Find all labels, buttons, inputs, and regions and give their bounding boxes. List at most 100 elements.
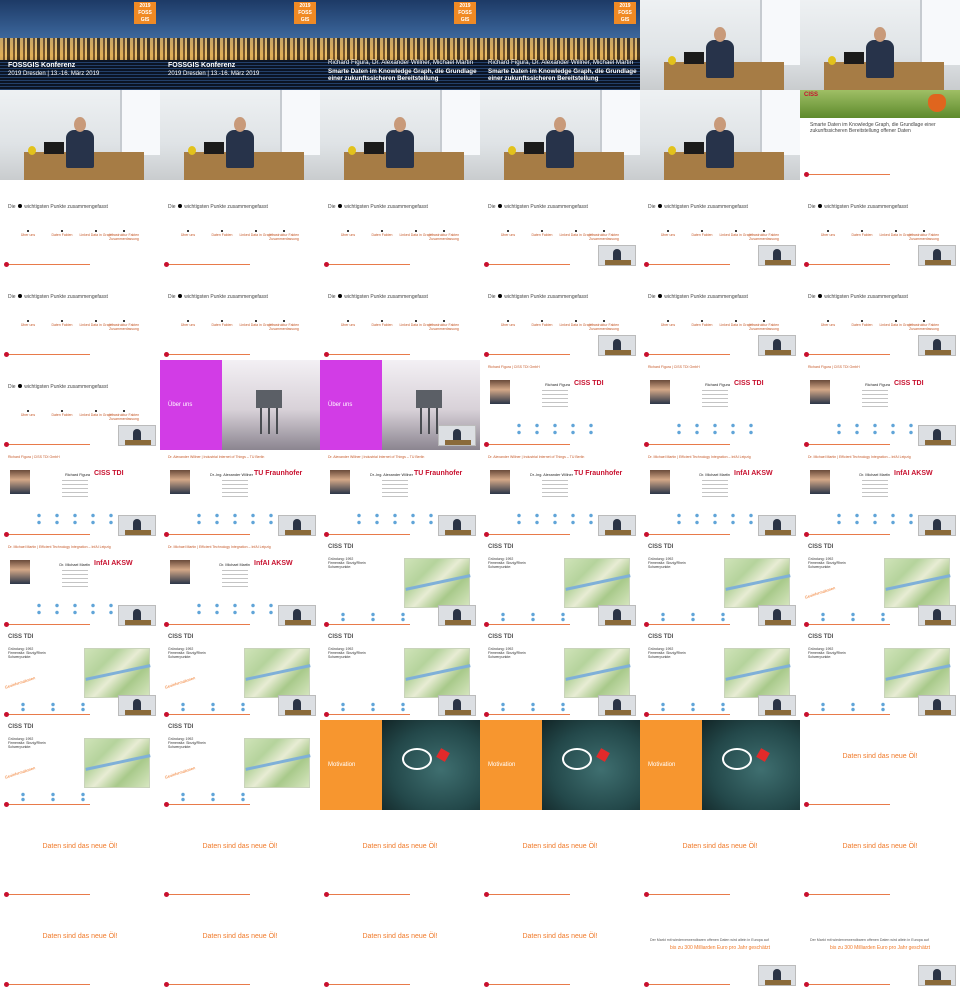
thumbnail-frame[interactable]: Motivation <box>640 720 800 810</box>
thumbnail-frame[interactable] <box>320 90 480 180</box>
thumbnail-frame[interactable]: Daten sind das neue Öl! <box>800 810 960 900</box>
slide-footer-line <box>646 264 730 265</box>
agenda-item: Über uns <box>11 230 45 237</box>
slide-footer-logo-icon <box>484 892 489 897</box>
thumbnail-frame[interactable]: Daten sind das neue Öl! <box>480 900 640 990</box>
thumbnail-frame[interactable]: CISS TDI Gründung: 1992 Firmensitz: Sinzig… <box>160 720 320 810</box>
fact-line: Schwerpunkte: <box>168 745 192 750</box>
thumbnail-frame[interactable]: Richard Figura | CISS TDI GmbH Richard Fi… <box>0 450 160 540</box>
thumbnail-frame[interactable]: Die wichtigsten Punkte zusammengefasst Üb… <box>320 180 480 270</box>
thumbnail-frame[interactable]: Die wichtigsten Punkte zusammengefasst Üb… <box>800 270 960 360</box>
agenda-item: Über uns <box>491 320 525 327</box>
thumbnail-frame[interactable]: Die wichtigsten Punkte zusammengefasst Üb… <box>640 270 800 360</box>
thumbnail-frame[interactable]: CISS TDI Gründung: 1992 Firmensitz: Sinzig… <box>640 630 800 720</box>
company-facts: Gründung: 1992 Firmensitz: Sinzig/Rhein Sc… <box>168 737 238 750</box>
thumbnail-frame[interactable]: CISS TDI Gründung: 1992 Firmensitz: Sinzig… <box>640 540 800 630</box>
logo-sub: TDI <box>23 724 34 730</box>
thumbnail-frame[interactable]: Dr. Michael Martin | Efficient Technolog… <box>800 450 960 540</box>
thumbnail-frame[interactable]: 2019 FOSS GIS Richard Figura, Dr. Alexand… <box>320 0 480 90</box>
thumbnail-frame[interactable]: Der Markt mit wiederverwendbaren offenen… <box>800 900 960 990</box>
social-media-icons <box>510 422 602 436</box>
window <box>440 90 480 155</box>
social-media-icons <box>30 602 122 616</box>
thumbnail-frame[interactable]: 2019 FOSS GIS FOSSGIS Konferenz 2019 Dresd… <box>160 0 320 90</box>
thumbnail-frame[interactable]: CISS Smarte Daten im Knowledge Graph, die… <box>800 90 960 180</box>
thumbnail-frame[interactable]: Der Markt mit wiederverwendbaren offenen… <box>640 900 800 990</box>
window <box>760 0 800 65</box>
thumbnail-frame[interactable]: Die wichtigsten Punkte zusammengefasst Üb… <box>320 270 480 360</box>
thumbnail-frame[interactable]: CISS TDI Gründung: 1992 Firmensitz: Sinzig… <box>160 630 320 720</box>
thumbnail-frame[interactable]: CISS TDI Gründung: 1992 Firmensitz: Sinzig… <box>0 720 160 810</box>
thumbnail-frame[interactable]: Daten sind das neue Öl! <box>0 810 160 900</box>
slide-footer-logo-icon <box>164 262 169 267</box>
thumbnail-frame[interactable]: Die wichtigsten Punkte zusammengefasst Üb… <box>800 180 960 270</box>
slide-footer-line <box>166 534 250 535</box>
thumbnail-frame[interactable]: Die wichtigsten Punkte zusammengefasst Üb… <box>0 270 160 360</box>
thumbnail-frame[interactable]: Dr. Michael Martin | Efficient Technolog… <box>0 540 160 630</box>
thumbnail-frame[interactable]: Die wichtigsten Punkte zusammengefasst Üb… <box>480 180 640 270</box>
thumbnail-frame[interactable]: CISS TDI Gründung: 1992 Firmensitz: Sinzig… <box>320 540 480 630</box>
slide-footer-line <box>486 714 570 715</box>
avatar <box>10 560 30 584</box>
thumbnail-frame[interactable] <box>480 90 640 180</box>
thumbnail-frame[interactable]: Richard Figura | CISS TDI GmbH Richard Fi… <box>640 360 800 450</box>
thumbnail-frame[interactable]: Daten sind das neue Öl! <box>800 720 960 810</box>
thumbnail-frame[interactable] <box>160 90 320 180</box>
thumbnail-frame[interactable]: CISS TDI Gründung: 1992 Firmensitz: Sinzig… <box>480 540 640 630</box>
thumbnail-frame[interactable]: Dr. Michael Martin | Efficient Technolog… <box>640 450 800 540</box>
thumbnail-frame[interactable] <box>640 0 800 90</box>
thumbnail-frame[interactable]: Daten sind das neue Öl! <box>480 810 640 900</box>
map-icon <box>724 558 790 608</box>
thumbnail-frame[interactable]: Die wichtigsten Punkte zusammengefasst Üb… <box>160 180 320 270</box>
thumbnail-frame[interactable]: CISS TDI Gründung: 1992 Firmensitz: Sinzig… <box>800 630 960 720</box>
agenda-item: Daten Fakten <box>525 230 559 237</box>
section-title: Über uns <box>168 402 193 408</box>
slide-footer-logo-icon <box>164 352 169 357</box>
slide-footer-line <box>6 534 90 535</box>
thumbnail-frame[interactable] <box>800 0 960 90</box>
thumbnail-frame[interactable]: Über uns <box>320 360 480 450</box>
thumbnail-frame[interactable]: Daten sind das neue Öl! <box>160 810 320 900</box>
money-figure: bis zu 300 Milliarden Euro pro Jahr gesc… <box>669 945 771 951</box>
logo-main: CISS <box>808 544 823 550</box>
thumbnail-frame[interactable]: Die wichtigsten Punkte zusammengefasst Üb… <box>0 180 160 270</box>
thumbnail-frame[interactable]: Dr. Alexander Willner | Industrial Inter… <box>480 450 640 540</box>
agenda-heading-post: wichtigsten Punkte zusammengefasst <box>184 294 268 300</box>
thumbnail-frame[interactable]: 2019 FOSS GIS Richard Figura, Dr. Alexand… <box>480 0 640 90</box>
thumbnail-frame[interactable]: Die wichtigsten Punkte zusammengefasst Üb… <box>480 270 640 360</box>
thumbnail-frame[interactable]: Dr. Alexander Willner | Industrial Inter… <box>320 450 480 540</box>
thumbnail-frame[interactable]: Daten sind das neue Öl! <box>160 900 320 990</box>
thumbnail-frame[interactable]: Richard Figura | CISS TDI GmbH Richard Fi… <box>480 360 640 450</box>
thumbnail-frame[interactable] <box>0 90 160 180</box>
thumbnail-frame[interactable]: Die wichtigsten Punkte zusammengefasst Üb… <box>160 270 320 360</box>
thumbnail-frame[interactable]: CISS TDI Gründung: 1992 Firmensitz: Sinzig… <box>0 630 160 720</box>
thumbnail-frame[interactable]: Richard Figura | CISS TDI GmbH Richard Fi… <box>800 360 960 450</box>
thumbnail-frame[interactable]: Über uns <box>160 360 320 450</box>
person-name: Dr. Michael Martin <box>219 563 250 567</box>
thumbnail-frame[interactable]: Daten sind das neue Öl! <box>0 900 160 990</box>
thumbnail-frame[interactable]: CISS TDI Gründung: 1992 Firmensitz: Sinzig… <box>480 630 640 720</box>
fossgis-logo-icon: 2019 FOSS GIS <box>294 2 316 24</box>
thumbnail-frame[interactable]: Daten sind das neue Öl! <box>640 810 800 900</box>
thumbnail-frame[interactable] <box>640 90 800 180</box>
thumbnail-frame[interactable]: Dr. Michael Martin | Efficient Technolog… <box>160 540 320 630</box>
quote-text: Daten sind das neue Öl! <box>522 843 598 850</box>
person-name: Dr.-Ing. Alexander Willner <box>530 473 574 477</box>
agenda-heading-post: wichtigsten Punkte zusammengefasst <box>824 294 908 300</box>
thumbnail-frame[interactable]: Die wichtigsten Punkte zusammengefasst Üb… <box>0 360 160 450</box>
speaker-pip-video <box>278 605 316 626</box>
thumbnail-frame[interactable]: Motivation <box>320 720 480 810</box>
stilt-house <box>256 390 282 408</box>
logo-main: CISS <box>648 634 663 640</box>
thumbnail-frame[interactable]: CISS TDI Gründung: 1992 Firmensitz: Sinzig… <box>800 540 960 630</box>
thumbnail-frame[interactable]: CISS TDI Gründung: 1992 Firmensitz: Sinzig… <box>320 630 480 720</box>
thumbnail-frame[interactable]: Dr. Alexander Willner | Industrial Inter… <box>160 450 320 540</box>
thumbnail-frame[interactable]: Daten sind das neue Öl! <box>320 810 480 900</box>
thumbnail-frame[interactable]: 2019 FOSS GIS FOSSGIS Konferenz 2019 Dresd… <box>0 0 160 90</box>
slide-header: Dr. Michael Martin | Efficient Technolog… <box>808 455 911 459</box>
organization-logo: CISS TDI <box>94 470 124 477</box>
thumbnail-frame[interactable]: Die wichtigsten Punkte zusammengefasst Üb… <box>640 180 800 270</box>
slide-header: Richard Figura | CISS TDI GmbH <box>648 365 700 369</box>
thumbnail-frame[interactable]: Motivation <box>480 720 640 810</box>
thumbnail-frame[interactable]: Daten sind das neue Öl! <box>320 900 480 990</box>
